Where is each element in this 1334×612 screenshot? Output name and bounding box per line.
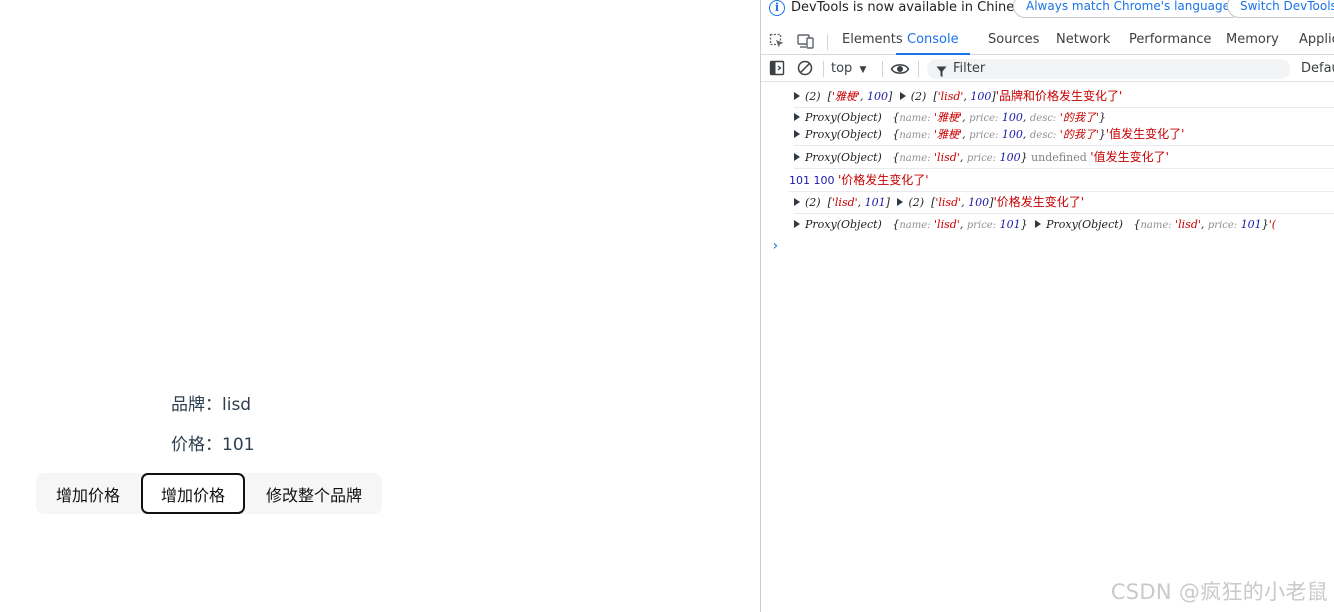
- expand-triangle-icon[interactable]: [794, 130, 800, 138]
- tab-elements[interactable]: Elements: [842, 28, 903, 55]
- language-notice-bar: i DevTools is now available in Chinese! …: [761, 0, 1334, 25]
- notice-message: DevTools is now available in Chinese!: [791, 0, 1035, 15]
- clear-console-icon[interactable]: [797, 60, 815, 76]
- console-message: Proxy(Object) {name: 'lisd', price: 100}…: [794, 149, 1334, 169]
- expand-triangle-icon[interactable]: [794, 198, 800, 206]
- console-message: (2) ['雅梗', 100] (2) ['lisd', 100]'品牌和价格发…: [794, 88, 1334, 108]
- tab-performance[interactable]: Performance: [1129, 28, 1211, 55]
- eye-icon[interactable]: [890, 61, 910, 77]
- prompt-chevron-icon[interactable]: ›: [771, 238, 779, 254]
- brand-text: 品牌：lisd: [171, 395, 252, 415]
- modify-brand-button[interactable]: 修改整个品牌: [246, 473, 382, 514]
- console-message: Proxy(Object) {name: '雅梗', price: 100, d…: [794, 126, 1334, 146]
- watermark-text: CSDN @疯狂的小老鼠: [1110, 580, 1328, 604]
- expand-triangle-icon[interactable]: [794, 92, 800, 100]
- console-output: (2) ['雅梗', 100] (2) ['lisd', 100]'品牌和价格发…: [761, 84, 1334, 612]
- inspect-element-icon[interactable]: [769, 33, 787, 49]
- tab-sources[interactable]: Sources: [988, 28, 1039, 55]
- expand-triangle-icon[interactable]: [897, 198, 904, 206]
- expand-triangle-icon[interactable]: [899, 92, 906, 100]
- context-value: top: [831, 61, 853, 76]
- devtools-panel: i DevTools is now available in Chinese! …: [760, 0, 1334, 612]
- console-message: 101 100 '价格发生变化了': [789, 172, 1334, 192]
- filter-placeholder: Filter: [953, 61, 986, 76]
- console-message: Proxy(Object) {name: '雅梗', price: 100, d…: [794, 110, 1334, 127]
- log-levels-dropdown[interactable]: Defau: [1301, 59, 1334, 79]
- match-language-button[interactable]: Always match Chrome's language: [1013, 0, 1243, 18]
- context-selector[interactable]: top ▼: [831, 59, 866, 79]
- toolbar-divider: [827, 34, 828, 50]
- expand-triangle-icon[interactable]: [794, 113, 800, 121]
- dropdown-arrow-icon: ▼: [859, 65, 867, 75]
- price-text: 价格：101: [171, 435, 255, 455]
- button-group: 增加价格 增加价格 修改整个品牌: [36, 473, 382, 514]
- console-message: (2) ['lisd', 101] (2) ['lisd', 100]'价格发生…: [794, 194, 1334, 214]
- switch-devtools-language-button[interactable]: Switch DevTools t: [1227, 0, 1334, 18]
- tab-memory[interactable]: Memory: [1226, 28, 1279, 55]
- filter-input[interactable]: Filter: [927, 59, 1290, 79]
- increase-price-button-focused[interactable]: 增加价格: [141, 473, 245, 514]
- info-icon: i: [769, 0, 785, 16]
- sidebar-toggle-icon[interactable]: [769, 60, 787, 76]
- web-page: 品牌：lisd 价格：101 增加价格 增加价格 修改整个品牌: [0, 0, 760, 612]
- tab-application[interactable]: Applic: [1299, 28, 1334, 55]
- tab-console[interactable]: Console: [896, 28, 970, 55]
- console-message: Proxy(Object) {name: 'lisd', price: 101}…: [794, 217, 1334, 234]
- increase-price-button[interactable]: 增加价格: [36, 473, 140, 514]
- toolbar-divider: [823, 61, 824, 77]
- device-toggle-icon[interactable]: [797, 33, 815, 49]
- tab-network[interactable]: Network: [1056, 28, 1110, 55]
- expand-triangle-icon[interactable]: [794, 220, 800, 228]
- expand-triangle-icon[interactable]: [794, 153, 800, 161]
- expand-triangle-icon[interactable]: [1035, 220, 1042, 228]
- toolbar-divider: [918, 61, 919, 77]
- console-toolbar: top ▼ Filter Defau: [761, 56, 1334, 82]
- devtools-tab-bar: Elements Console Sources Network Perform…: [761, 28, 1334, 55]
- filter-icon: [936, 63, 947, 82]
- toolbar-divider: [882, 61, 883, 77]
